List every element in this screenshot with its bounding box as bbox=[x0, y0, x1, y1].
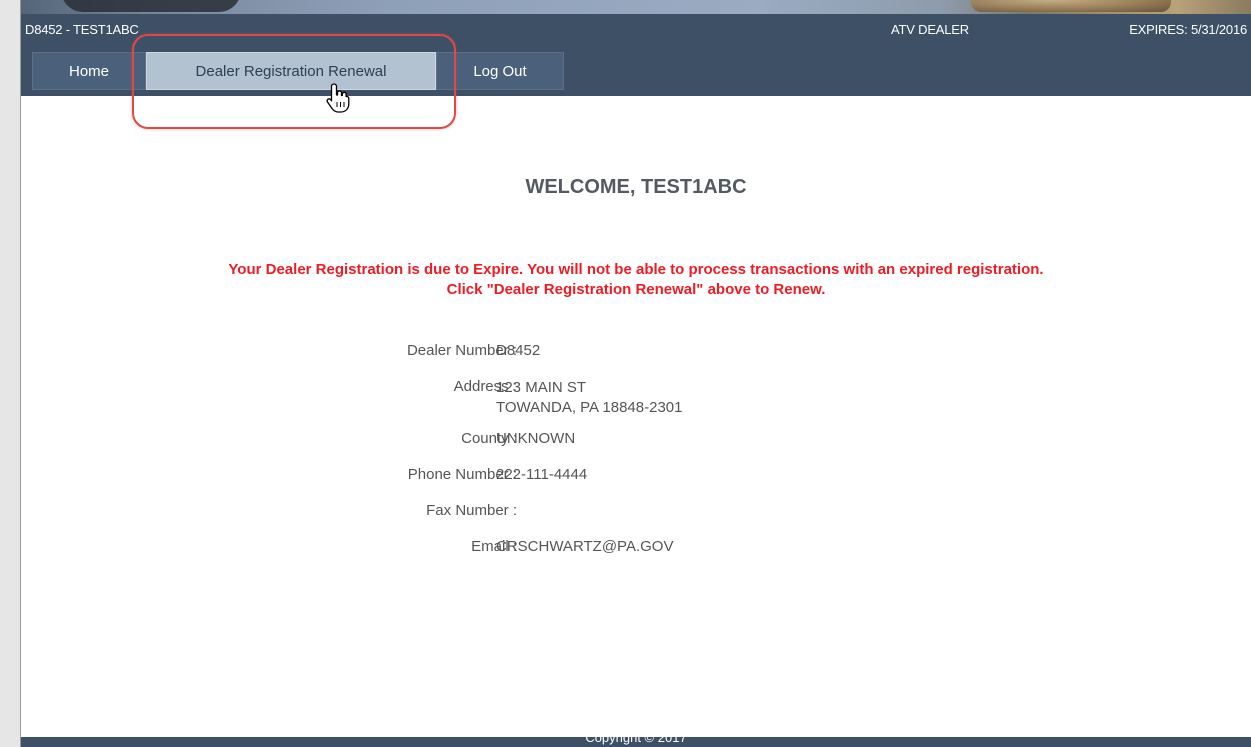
dealer-number-value: D8452 bbox=[496, 342, 541, 359]
browser-content: D8452 - TEST1ABC ATV DEALER EXPIRES: 5/3… bbox=[21, 0, 1251, 747]
fax-label: Fax Number : bbox=[426, 502, 517, 519]
nav-home[interactable]: Home bbox=[32, 52, 146, 90]
main-nav: Home Dealer Registration Renewal Log Out bbox=[32, 52, 564, 90]
welcome-heading: WELCOME, TEST1ABC bbox=[525, 176, 747, 198]
expiration-date: EXPIRES: 5/31/2016 bbox=[1129, 22, 1247, 37]
window-left-edge bbox=[0, 0, 21, 747]
header-banner-image bbox=[21, 0, 1251, 14]
footer-bar: Copyright © 2017 bbox=[21, 737, 1251, 747]
dealer-details: Dealer Number : D8452 Address : 123 MAIN… bbox=[21, 342, 1251, 574]
warning-line-2: Click "Dealer Registration Renewal" abov… bbox=[446, 281, 826, 298]
detail-row-dealer-number: Dealer Number : D8452 bbox=[21, 342, 1251, 366]
detail-row-fax: Fax Number : bbox=[21, 502, 1251, 526]
detail-row-address: Address : 123 MAIN ST TOWANDA, PA 18848-… bbox=[21, 378, 1251, 422]
email-value: CRSCHWARTZ@PA.GOV bbox=[496, 538, 674, 555]
address-line-2: TOWANDA, PA 18848-2301 bbox=[496, 399, 683, 416]
banner-vehicle-right bbox=[971, 0, 1171, 12]
top-header-bar: D8452 - TEST1ABC ATV DEALER EXPIRES: 5/3… bbox=[21, 14, 1251, 96]
banner-vehicle-left bbox=[61, 0, 241, 12]
warning-line-1: Your Dealer Registration is due to Expir… bbox=[228, 261, 1044, 278]
nav-dealer-registration-renewal[interactable]: Dealer Registration Renewal bbox=[146, 52, 436, 90]
detail-row-county: County : UNKNOWN bbox=[21, 430, 1251, 454]
address-value: 123 MAIN ST TOWANDA, PA 18848-2301 bbox=[496, 378, 682, 418]
county-value: UNKNOWN bbox=[496, 430, 576, 447]
dealer-type: ATV DEALER bbox=[891, 22, 969, 37]
detail-row-email: Email : CRSCHWARTZ@PA.GOV bbox=[21, 538, 1251, 562]
page: D8452 - TEST1ABC ATV DEALER EXPIRES: 5/3… bbox=[0, 0, 1251, 747]
copyright-text: Copyright © 2017 bbox=[585, 737, 687, 745]
phone-value: 222-111-4444 bbox=[496, 466, 588, 483]
detail-row-phone: Phone Number : 222-111-4444 bbox=[21, 466, 1251, 490]
nav-log-out[interactable]: Log Out bbox=[436, 52, 564, 90]
address-line-1: 123 MAIN ST bbox=[496, 379, 587, 396]
expiration-warning: Your Dealer Registration is due to Expir… bbox=[21, 260, 1251, 300]
dealer-id: D8452 - TEST1ABC bbox=[25, 22, 139, 37]
